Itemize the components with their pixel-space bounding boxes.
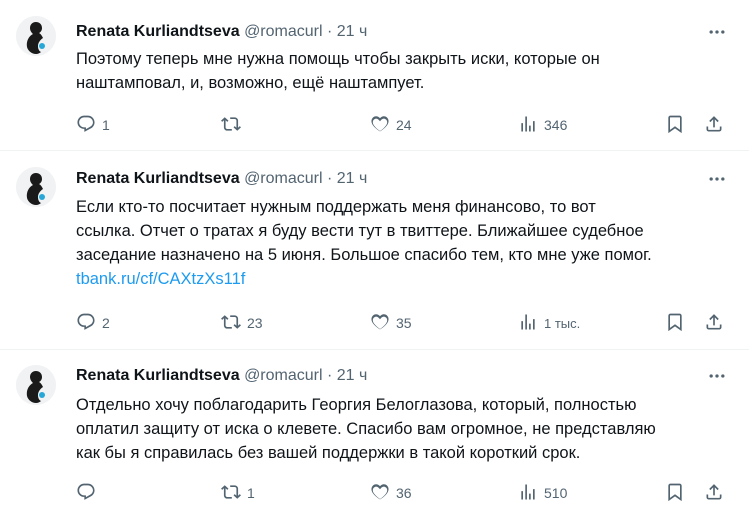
tweet-actions: 1 36 510 [76,481,726,505]
views-count: 346 [544,117,568,133]
tweet-header: Renata Kurliandtseva @romacurl · 21 ч [76,366,367,386]
bookmark-icon [665,312,685,335]
share-button[interactable] [704,481,724,505]
reply-button[interactable]: 1 [76,113,110,137]
avatar[interactable] [16,16,56,56]
views-icon [518,482,538,505]
bookmark-button[interactable] [665,113,685,137]
views-icon [518,114,538,137]
tweet-header: Renata Kurliandtseva @romacurl · 21 ч [76,169,367,189]
separator-dot: · [327,367,333,384]
share-icon [704,114,724,137]
bookmark-icon [665,114,685,137]
share-icon [704,312,724,335]
views-button[interactable]: 510 [518,481,567,505]
views-button[interactable]: 1 тыс. [518,311,580,335]
retweet-icon [221,482,241,505]
tweet-link[interactable]: tbank.ru/cf/CAXtzXs11f [76,270,245,288]
tweet[interactable]: Renata Kurliandtseva @romacurl · 21 ч Ес… [0,151,749,347]
author-handle[interactable]: @romacurl [244,170,322,187]
like-button[interactable]: 24 [370,113,412,137]
reply-button[interactable]: 2 [76,311,110,335]
like-count: 36 [396,485,412,501]
tweet-text: Отдельно хочу поблагодарить Георгия Бело… [76,396,656,462]
share-button[interactable] [704,311,724,335]
separator-dot: · [327,23,333,40]
reply-icon [76,312,96,335]
more-icon[interactable] [707,366,727,386]
retweet-button[interactable]: 23 [221,311,263,335]
retweet-count: 23 [247,315,263,331]
timestamp[interactable]: 21 ч [337,170,368,187]
tweet-header: Renata Kurliandtseva @romacurl · 21 ч [76,22,367,42]
like-button[interactable]: 35 [370,311,412,335]
share-icon [704,482,724,505]
like-count: 24 [396,117,412,133]
reply-count: 1 [102,117,110,133]
reply-icon [76,114,96,137]
retweet-button[interactable]: 1 [221,481,255,505]
heart-icon [370,482,390,505]
author-name[interactable]: Renata Kurliandtseva [76,170,240,187]
reply-count: 2 [102,315,110,331]
share-button[interactable] [704,113,724,137]
views-count: 1 тыс. [544,315,581,331]
avatar[interactable] [16,167,56,207]
bookmark-icon [665,482,685,505]
timestamp[interactable]: 21 ч [337,367,368,384]
author-handle[interactable]: @romacurl [244,367,322,384]
views-count: 510 [544,485,568,501]
tweet-actions: 1 24 346 [76,113,726,137]
tweet[interactable]: Renata Kurliandtseva @romacurl · 21 ч По… [0,0,749,148]
retweet-button[interactable] [221,113,247,137]
timestamp[interactable]: 21 ч [337,23,368,40]
tweet-text: Если кто-то посчитает нужным поддержать … [76,195,726,291]
reply-button[interactable] [76,481,102,505]
heart-icon [370,312,390,335]
retweet-count: 1 [247,485,255,501]
author-name[interactable]: Renata Kurliandtseva [76,367,240,384]
bookmark-button[interactable] [665,311,685,335]
avatar[interactable] [16,365,56,405]
more-icon[interactable] [707,169,727,189]
tweet-body: Если кто-то посчитает нужным поддержать … [76,198,652,264]
tweet[interactable]: Renata Kurliandtseva @romacurl · 21 ч От… [0,350,749,525]
views-icon [518,312,538,335]
tweet-actions: 2 23 35 1 тыс. [76,311,726,335]
retweet-icon [221,114,241,137]
author-name[interactable]: Renata Kurliandtseva [76,23,240,40]
author-handle[interactable]: @romacurl [244,23,322,40]
retweet-icon [221,312,241,335]
like-button[interactable]: 36 [370,481,412,505]
more-icon[interactable] [707,22,727,42]
bookmark-button[interactable] [665,481,685,505]
reply-icon [76,482,96,505]
tweet-text: Поэтому теперь мне нужна помощь чтобы за… [76,50,600,92]
views-button[interactable]: 346 [518,113,567,137]
like-count: 35 [396,315,412,331]
heart-icon [370,114,390,137]
separator-dot: · [327,170,333,187]
